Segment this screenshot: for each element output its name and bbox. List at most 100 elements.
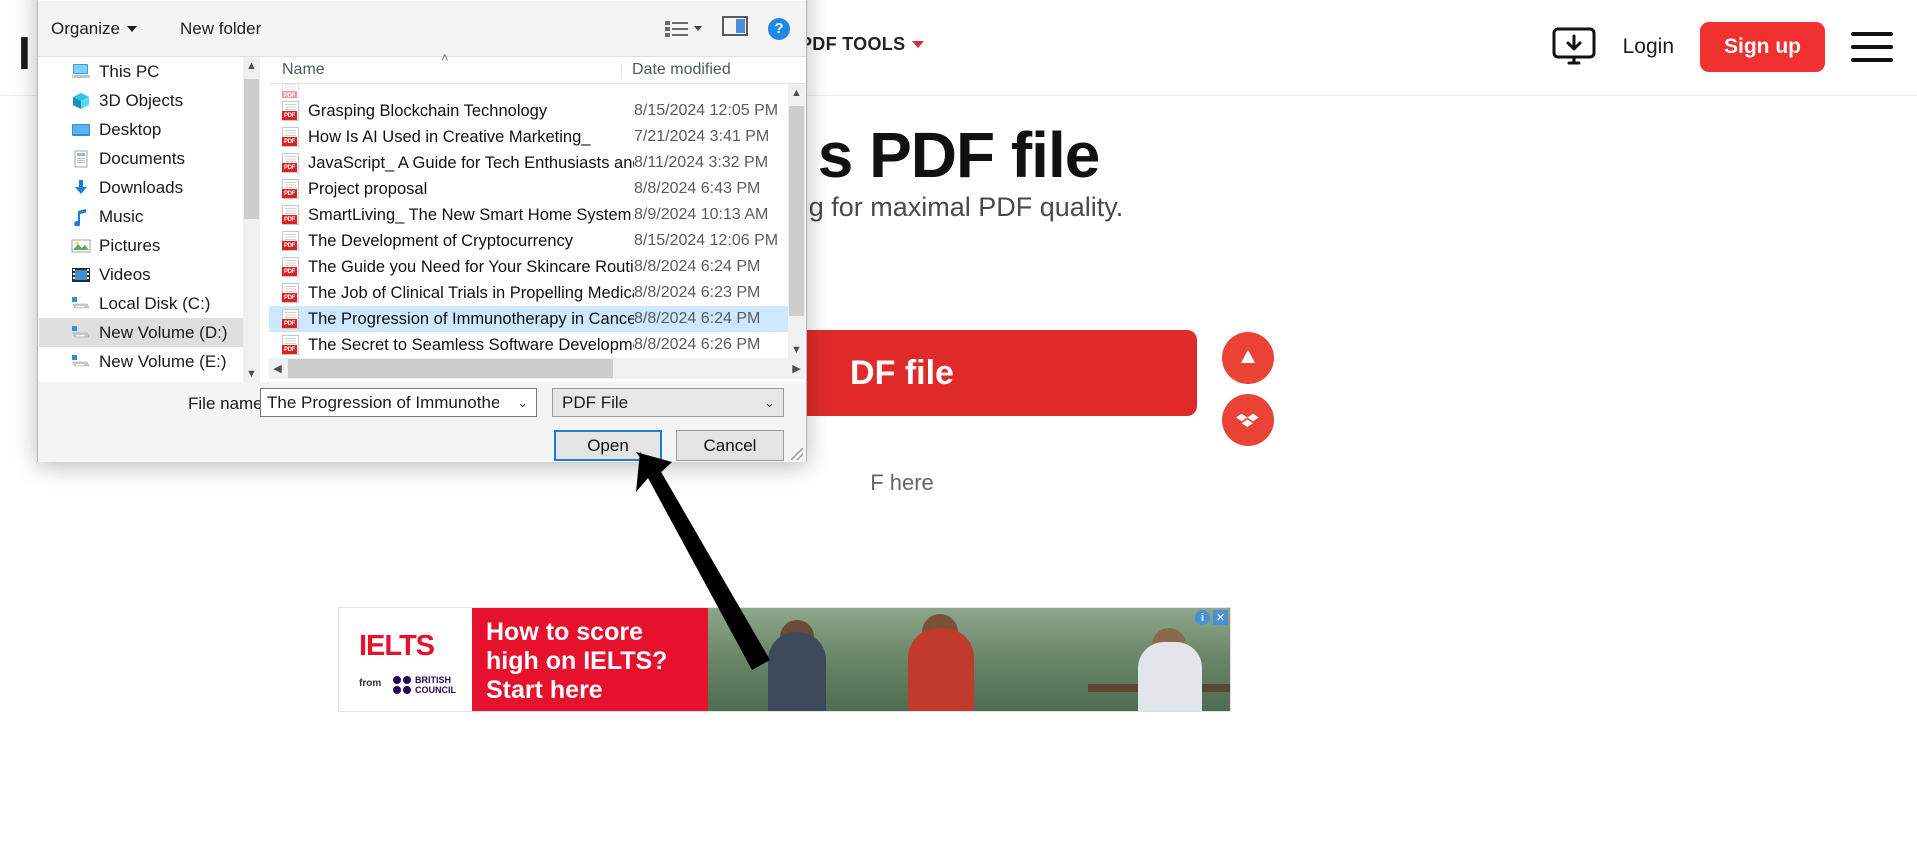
dialog-toolbar: Organize New folder ? bbox=[38, 1, 806, 57]
file-type-combobox[interactable]: PDF File ⌄ bbox=[552, 388, 784, 417]
file-date-modified: 8/8/2024 6:23 PM bbox=[634, 284, 761, 301]
nav-item-music[interactable]: Music bbox=[39, 202, 243, 231]
file-name-combobox[interactable]: ⌄ bbox=[260, 388, 537, 417]
resize-grip[interactable] bbox=[791, 448, 803, 460]
file-row[interactable]: PDF JavaScript_ A Guide for Tech Enthusia… bbox=[269, 150, 789, 176]
hamburger-menu-icon[interactable] bbox=[1851, 32, 1893, 62]
monitor-download-icon[interactable] bbox=[1551, 27, 1597, 67]
file-row[interactable]: PDF SmartLiving_ The New Smart Home Syste… bbox=[269, 202, 789, 228]
site-logo[interactable]: I bbox=[18, 26, 31, 80]
column-header-name[interactable]: Name ˄ bbox=[269, 50, 621, 79]
file-row[interactable]: PDF The Job of Clinical Trials in Propell… bbox=[269, 280, 789, 306]
file-row-name: PDF JavaScript_ A Guide for Tech Enthusia… bbox=[269, 153, 634, 173]
navigation-scrollbar[interactable]: ▲ ▼ bbox=[243, 57, 260, 382]
file-name-text: JavaScript_ A Guide for Tech Enthusiasts… bbox=[308, 153, 634, 172]
nav-item-label: New Volume (E:) bbox=[99, 351, 227, 371]
cancel-button[interactable]: Cancel bbox=[676, 430, 784, 461]
organize-button[interactable]: Organize bbox=[51, 19, 137, 39]
pdf-file-icon: PDF bbox=[282, 153, 299, 173]
file-name-text: Project proposal bbox=[308, 179, 428, 198]
file-list-vertical-scrollbar[interactable]: ▲ ▼ bbox=[788, 84, 805, 358]
login-link[interactable]: Login bbox=[1623, 35, 1674, 59]
nav-item-label: New Volume (D:) bbox=[99, 322, 228, 342]
file-name-text: The Development of Cryptocurrency bbox=[308, 231, 574, 250]
open-button[interactable]: Open bbox=[554, 430, 662, 461]
navigation-pane: This PC 3D Objects Desktop Documents Downloa… bbox=[39, 57, 243, 382]
nav-item-new-volume-d[interactable]: New Volume (D:) bbox=[39, 318, 243, 347]
nav-item-pictures[interactable]: Pictures bbox=[39, 231, 243, 260]
file-name-text: The Progression of Immunotherapy in Canc… bbox=[308, 309, 634, 328]
organize-label: Organize bbox=[51, 18, 120, 38]
pdf-file-icon: PDF bbox=[282, 127, 299, 147]
music-icon bbox=[71, 208, 91, 227]
nav-item-new-volume-e[interactable]: New Volume (E:) bbox=[39, 347, 243, 376]
column-header-date[interactable]: Date modified bbox=[621, 61, 805, 79]
ad-close-icon[interactable]: ✕ bbox=[1213, 610, 1228, 625]
nav-item-label: Local Disk (C:) bbox=[99, 293, 211, 313]
horizontal-scroll-thumb[interactable] bbox=[288, 359, 613, 378]
file-name-input[interactable] bbox=[261, 390, 501, 415]
file-row[interactable]: PDF Grasping Blockchain Technology 8/15/20… bbox=[269, 98, 789, 124]
ad-info-icon[interactable]: i bbox=[1195, 610, 1210, 625]
scroll-down-icon[interactable]: ▼ bbox=[243, 365, 260, 382]
nav-scroll-thumb[interactable] bbox=[244, 79, 259, 219]
file-name-text: How Is AI Used in Creative Marketing_ bbox=[308, 127, 591, 146]
pdf-file-icon: PDF bbox=[282, 231, 299, 251]
open-file-dialog: Organize New folder ? This PC 3D Objects… bbox=[37, 0, 807, 462]
nav-item-desktop[interactable]: Desktop bbox=[39, 115, 243, 144]
file-row[interactable]: PDF bbox=[269, 84, 789, 98]
desktop-icon bbox=[71, 121, 91, 139]
nav-item-label: Pictures bbox=[99, 235, 161, 255]
list-view-icon[interactable] bbox=[665, 20, 702, 38]
scroll-right-icon[interactable]: ▶ bbox=[788, 358, 805, 379]
preview-pane-icon[interactable] bbox=[722, 16, 748, 41]
file-row[interactable]: PDF The Development of Cryptocurrency 8/15… bbox=[269, 228, 789, 254]
google-drive-icon[interactable] bbox=[1222, 332, 1274, 384]
pdf-file-icon: PDF bbox=[282, 84, 299, 98]
nav-item-this-pc[interactable]: This PC bbox=[39, 57, 243, 86]
file-row[interactable]: PDF The Secret to Seamless Software Devel… bbox=[269, 332, 789, 358]
nav-item-documents[interactable]: Documents bbox=[39, 144, 243, 173]
drive-icon bbox=[71, 353, 91, 371]
file-row[interactable]: PDF How Is AI Used in Creative Marketing_… bbox=[269, 124, 789, 150]
nav-item-videos[interactable]: Videos bbox=[39, 260, 243, 289]
nav-item-downloads[interactable]: Downloads bbox=[39, 173, 243, 202]
file-row[interactable]: PDF Project proposal 8/8/2024 6:43 PM bbox=[269, 176, 789, 202]
drive-icon bbox=[71, 295, 91, 313]
nav-item-3d-objects[interactable]: 3D Objects bbox=[39, 86, 243, 115]
chevron-down-icon[interactable]: ⌄ bbox=[517, 395, 528, 411]
help-icon[interactable]: ? bbox=[768, 17, 790, 40]
file-list-pane: Name ˄ Date modified PDF PDF Grasping Bloc… bbox=[269, 50, 805, 382]
file-date-modified: 8/8/2024 6:24 PM bbox=[634, 310, 761, 327]
file-date-modified: 8/8/2024 6:24 PM bbox=[634, 258, 761, 275]
scroll-left-icon[interactable]: ◀ bbox=[269, 358, 286, 379]
nav-item-label: Documents bbox=[99, 148, 185, 168]
nav-pdf-tools[interactable]: PDF TOOLS bbox=[800, 34, 925, 55]
file-row[interactable]: PDF The Guide you Need for Your Skincare … bbox=[269, 254, 789, 280]
file-row[interactable]: PDF The Progression of Immunotherapy in C… bbox=[269, 306, 789, 332]
file-type-value: PDF File bbox=[562, 392, 629, 412]
scroll-down-icon[interactable]: ▼ bbox=[788, 341, 805, 358]
file-list-horizontal-scrollbar[interactable]: ◀ ▶ bbox=[269, 358, 805, 379]
nav-item-local-disk-c[interactable]: Local Disk (C:) bbox=[39, 289, 243, 318]
scroll-up-icon[interactable]: ▲ bbox=[788, 84, 805, 101]
downloads-icon bbox=[71, 179, 91, 197]
pdf-file-icon: PDF bbox=[282, 257, 299, 277]
new-folder-button[interactable]: New folder bbox=[180, 19, 261, 39]
videos-icon bbox=[71, 266, 91, 284]
dropbox-icon[interactable] bbox=[1222, 394, 1274, 446]
nav-item-label: This PC bbox=[99, 61, 160, 81]
advertisement-banner[interactable]: i ✕ IELTS from BRITISH COUNCIL How to sc… bbox=[338, 607, 1231, 712]
file-name-text: SmartLiving_ The New Smart Home System bbox=[308, 205, 632, 224]
ad-headline-block: How to score high on IELTS? Start here bbox=[472, 608, 708, 711]
vertical-scroll-thumb[interactable] bbox=[789, 106, 804, 316]
file-date-modified: 8/9/2024 10:13 AM bbox=[634, 206, 769, 223]
pdf-file-icon: PDF bbox=[282, 309, 299, 329]
chevron-down-icon bbox=[126, 25, 137, 32]
file-name-text: The Secret to Seamless Software Developm… bbox=[308, 335, 634, 354]
column-header-name-label: Name bbox=[282, 61, 325, 78]
documents-icon bbox=[71, 150, 91, 168]
nav-item-label: 3D Objects bbox=[99, 90, 184, 110]
scroll-up-icon[interactable]: ▲ bbox=[243, 57, 260, 74]
signup-button[interactable]: Sign up bbox=[1700, 22, 1825, 72]
